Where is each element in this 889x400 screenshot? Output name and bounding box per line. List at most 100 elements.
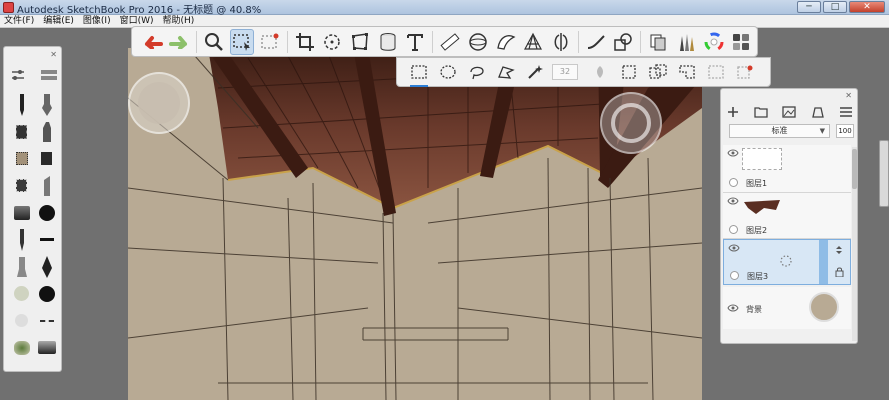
close-icon[interactable]: ✕ — [50, 50, 57, 59]
layer-thumbnail — [742, 196, 782, 218]
window-scrollbar[interactable] — [879, 140, 889, 207]
rect-select-icon[interactable] — [407, 60, 431, 87]
airbrush[interactable] — [9, 253, 34, 280]
lasso-select-icon[interactable] — [465, 60, 489, 84]
french-curve-icon[interactable] — [494, 29, 518, 55]
shape-icon[interactable] — [612, 29, 636, 55]
move-layer-icon[interactable] — [834, 245, 844, 255]
line-brush[interactable] — [34, 226, 59, 253]
texture-brush-2[interactable] — [9, 145, 34, 172]
ellipse-icon[interactable] — [466, 29, 490, 55]
clear-selection-icon[interactable] — [733, 60, 757, 84]
right-puck[interactable] — [600, 92, 662, 154]
polyline-lasso-icon[interactable] — [494, 60, 518, 84]
maximize-button[interactable]: □ — [823, 1, 847, 13]
color-wheel-icon[interactable] — [702, 29, 726, 55]
layer-name: 图层1 — [746, 179, 768, 188]
technical-pen-brush[interactable] — [9, 226, 34, 253]
brush-palette: ✕ — [3, 46, 62, 372]
crop-select-icon[interactable] — [258, 29, 282, 55]
dot-brush[interactable] — [9, 307, 34, 334]
lock-icon[interactable] — [835, 267, 844, 277]
background-color-swatch[interactable] — [809, 292, 839, 322]
blend-mode-value: 标准 — [771, 126, 788, 135]
text-icon[interactable] — [404, 29, 428, 55]
add-image-icon[interactable] — [782, 106, 796, 118]
feather-icon[interactable] — [588, 60, 612, 84]
round-brush[interactable] — [34, 199, 59, 226]
layer-select-radio[interactable] — [729, 225, 738, 234]
chisel-brush[interactable] — [34, 172, 59, 199]
layer-row-background[interactable]: 背景 — [723, 287, 851, 329]
lasso-transform-icon[interactable] — [320, 29, 344, 55]
brush-properties-icon[interactable] — [10, 68, 26, 82]
texture-brush-1[interactable] — [9, 118, 34, 145]
subtract-selection-icon[interactable] — [675, 60, 699, 84]
new-selection-icon[interactable] — [617, 60, 641, 84]
swatches-icon[interactable] — [729, 29, 753, 55]
layer-row-1[interactable]: 图层1 — [723, 145, 851, 193]
layer-row-2[interactable]: 图层2 — [723, 193, 851, 239]
calligraphy-brush[interactable] — [34, 253, 59, 280]
symmetry-icon[interactable] — [549, 29, 573, 55]
soft-texture-brush[interactable] — [9, 280, 34, 307]
toolbar-separator — [432, 30, 434, 53]
eye-icon[interactable] — [727, 304, 739, 312]
flat-brush[interactable] — [34, 334, 59, 361]
redo-icon[interactable] — [168, 29, 192, 55]
copy-paste-icon[interactable] — [646, 29, 670, 55]
menu-edit[interactable]: 编辑(E) — [39, 15, 79, 27]
hard-round-brush[interactable] — [34, 280, 59, 307]
layer-handle[interactable] — [819, 240, 828, 284]
selection-subtoolbar: 32 — [396, 57, 771, 87]
layer-menu-icon[interactable] — [839, 106, 853, 118]
toolbar-separator — [196, 30, 198, 53]
ink-pen-brush[interactable] — [34, 91, 59, 118]
layer-select-radio[interactable] — [729, 178, 738, 187]
layer-scrollbar[interactable] — [852, 147, 857, 341]
title-bar: Autodesk SketchBook Pro 2016 - 无标题 @ 40.… — [0, 0, 889, 16]
tolerance-field[interactable]: 32 — [552, 64, 578, 80]
brush-library-icon[interactable] — [40, 69, 58, 81]
close-button[interactable]: ✕ — [849, 1, 885, 13]
opacity-field[interactable]: 100 — [836, 124, 854, 138]
undo-icon[interactable] — [140, 29, 164, 55]
close-icon[interactable]: ✕ — [845, 91, 852, 100]
layer-editor: ✕ 标准 ▼ 100 图层1 图层2 图层3 背景 — [720, 88, 858, 344]
stroke-icon[interactable] — [584, 29, 608, 55]
zoom-icon[interactable] — [202, 29, 226, 55]
ellipse-select-icon[interactable] — [436, 60, 460, 84]
dash-brush[interactable] — [34, 307, 59, 334]
eye-icon[interactable] — [728, 244, 740, 252]
menu-file[interactable]: 文件(F) — [0, 15, 39, 27]
texture-brush-4[interactable] — [9, 172, 34, 199]
layer-select-radio[interactable] — [730, 271, 739, 280]
crop-icon[interactable] — [293, 29, 317, 55]
blend-mode-select[interactable]: 标准 ▼ — [729, 124, 830, 138]
add-selection-icon[interactable] — [646, 60, 670, 84]
invert-selection-icon[interactable] — [704, 60, 728, 84]
distort-icon[interactable] — [348, 29, 372, 55]
eraser-brush[interactable] — [9, 199, 34, 226]
foliage-brush[interactable] — [9, 334, 34, 361]
brush-set-icon[interactable] — [674, 29, 698, 55]
layer-group-icon[interactable] — [753, 106, 768, 118]
fill-bucket-icon[interactable] — [376, 29, 400, 55]
scrollbar-thumb[interactable] — [852, 149, 857, 189]
ruler-icon[interactable] — [438, 29, 462, 55]
add-layer-icon[interactable] — [727, 106, 739, 118]
texture-brush-3[interactable] — [34, 145, 59, 172]
clear-layer-icon[interactable] — [811, 106, 825, 118]
select-icon[interactable] — [230, 28, 255, 55]
menu-image[interactable]: 图像(I) — [79, 15, 116, 27]
toolbar-separator — [640, 30, 642, 53]
magic-wand-icon[interactable] — [523, 60, 547, 84]
perspective-icon[interactable] — [521, 29, 545, 55]
marker-brush[interactable] — [34, 118, 59, 145]
minimize-button[interactable]: ─ — [797, 1, 821, 13]
layer-row-3[interactable]: 图层3 — [723, 239, 851, 285]
eye-icon[interactable] — [727, 149, 739, 157]
left-puck[interactable] — [128, 72, 190, 134]
pencil-brush[interactable] — [9, 91, 34, 118]
eye-icon[interactable] — [727, 197, 739, 205]
